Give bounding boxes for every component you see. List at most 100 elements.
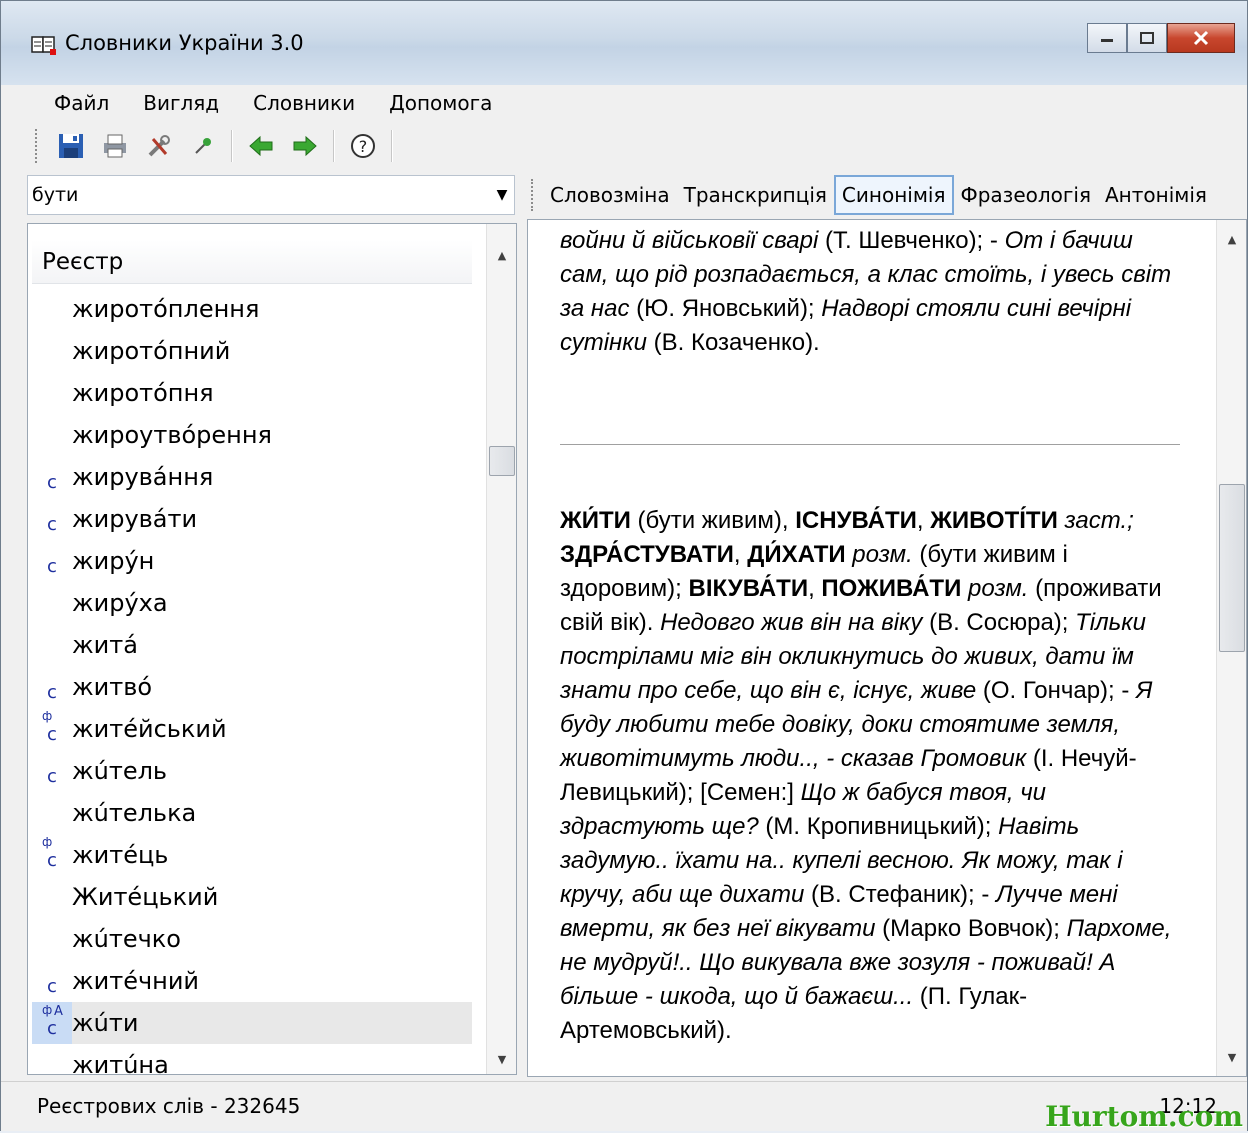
save-button[interactable] [55, 130, 87, 162]
registry-word: жиротóплення [72, 295, 260, 323]
minimize-icon [1101, 39, 1113, 42]
status-bar: Реєстрових слів - 232645 12:12 Hurtom.co… [1, 1081, 1247, 1133]
scroll-down-arrow-icon[interactable]: ▼ [1217, 1042, 1246, 1072]
dictionary-marker [32, 288, 72, 330]
title-bar[interactable]: Словники України 3.0 [1, 1, 1247, 85]
list-item[interactable]: с жирýн [32, 540, 472, 582]
article-scrollbar[interactable]: ▲ ▼ [1216, 220, 1246, 1076]
article-text: (Т. Шевченко); - [818, 227, 1005, 254]
registry-header: Реєстр [32, 240, 472, 284]
list-item[interactable]: с жúтель [32, 750, 472, 792]
list-item[interactable]: жúтечко [32, 918, 472, 960]
article-text: , [733, 541, 748, 568]
help-icon: ? [351, 134, 375, 158]
article-text [1058, 507, 1065, 534]
registry-word: жироутвóрення [72, 421, 272, 449]
scroll-down-arrow-icon[interactable]: ▼ [487, 1044, 517, 1074]
headword: ДИ́ХАТИ [747, 541, 846, 568]
back-button[interactable] [245, 130, 277, 162]
pin-button[interactable] [187, 130, 219, 162]
dictionary-marker: с [47, 514, 57, 535]
list-item[interactable]: ф Ас жúти [32, 1002, 472, 1044]
scroll-thumb[interactable] [1219, 484, 1245, 652]
scroll-up-arrow-icon[interactable]: ▲ [487, 240, 517, 270]
headword: ЖИ́ТИ [560, 507, 631, 534]
list-item[interactable]: житá [32, 624, 472, 666]
example-text: розм. [968, 575, 1029, 602]
example-text: войни й військовії сварі [560, 227, 819, 254]
registry-word: житéць [72, 841, 169, 869]
tabs-grip[interactable] [531, 179, 534, 211]
registry-scrollbar[interactable]: ▲ ▼ [486, 224, 516, 1074]
scroll-thumb[interactable] [489, 446, 515, 476]
article-text: (Марко Вовчок); [875, 915, 1067, 942]
headword: ПОЖИВА́ТИ [821, 575, 962, 602]
minimize-button[interactable] [1087, 23, 1127, 53]
dropdown-arrow-icon[interactable]: ▼ [490, 187, 514, 203]
registry-word: жирýха [72, 589, 168, 617]
forward-button[interactable] [289, 130, 321, 162]
list-item[interactable]: ф с житéць [32, 834, 472, 876]
headword: ЗДРА́СТУВАТИ [560, 541, 734, 568]
list-item[interactable]: жироутвóрення [32, 414, 472, 456]
dictionary-marker [32, 372, 72, 414]
list-item[interactable]: с житéчний [32, 960, 472, 1002]
toolbar-separator [231, 130, 233, 162]
list-item[interactable]: житúна [32, 1044, 472, 1086]
list-item[interactable]: жиротóпня [32, 372, 472, 414]
search-combobox[interactable]: бути ▼ [27, 175, 515, 215]
menu-help[interactable]: Допомога [372, 91, 509, 115]
toolbar-separator [333, 130, 335, 162]
window-controls [1087, 23, 1235, 53]
list-item[interactable]: ф с житéйський [32, 708, 472, 750]
list-item[interactable]: жиротóпний [32, 330, 472, 372]
article-text [961, 575, 968, 602]
help-button[interactable]: ? [347, 130, 379, 162]
list-item[interactable]: жúтелька [32, 792, 472, 834]
registry-word: житúна [72, 1051, 169, 1079]
save-icon [59, 134, 83, 158]
maximize-button[interactable] [1127, 23, 1167, 53]
tools-button[interactable] [143, 130, 175, 162]
close-icon [1193, 30, 1209, 46]
dictionary-marker: с [47, 766, 57, 787]
scroll-up-arrow-icon[interactable]: ▲ [1217, 224, 1246, 254]
list-item[interactable]: жиротóплення [32, 288, 472, 330]
forward-arrow-icon [293, 135, 317, 157]
registry-word: житéйський [72, 715, 227, 743]
registry-word: житéчний [72, 967, 200, 995]
registry-word: житá [72, 631, 138, 659]
dictionary-marker: фс [42, 835, 57, 871]
dictionary-marker: с [47, 976, 57, 997]
menu-dictionaries[interactable]: Словники [236, 91, 372, 115]
print-button[interactable] [99, 130, 131, 162]
tab-antonyms[interactable]: Антонімія [1098, 176, 1214, 214]
menu-bar: Файл Вигляд Словники Допомога [1, 85, 1247, 121]
list-item[interactable]: с жирувáти [32, 498, 472, 540]
tab-phraseology[interactable]: Фразеологія [954, 176, 1098, 214]
example-text: розм. [852, 541, 913, 568]
article-divider [560, 444, 1180, 445]
article-entry: ЖИ́ТИ (бути живим), ІСНУВА́ТИ, ЖИВОТІ́ТИ… [560, 504, 1180, 1048]
search-input[interactable]: бути [28, 184, 490, 206]
list-item[interactable]: жирýха [32, 582, 472, 624]
example-text: Недовго жив він на віку [660, 609, 923, 636]
registry-word: жирувáти [72, 505, 198, 533]
menu-view[interactable]: Вигляд [126, 91, 236, 115]
tab-transcription[interactable]: Транскрипція [677, 176, 834, 214]
menu-file[interactable]: Файл [37, 91, 126, 115]
tools-icon [148, 135, 170, 157]
article-text: , [916, 507, 931, 534]
close-button[interactable] [1167, 23, 1235, 53]
article-text: (В. Сосюра); [922, 609, 1076, 636]
dictionary-marker [32, 876, 72, 918]
toolbar: ? [1, 121, 1247, 171]
tab-inflection[interactable]: Словозміна [543, 176, 677, 214]
tab-synonyms[interactable]: Синонімія [833, 175, 954, 215]
registry-word: жиротóпня [72, 379, 214, 407]
list-item[interactable]: Житéцький [32, 876, 472, 918]
list-item[interactable]: с житвó [32, 666, 472, 708]
list-item[interactable]: с жирувáння [32, 456, 472, 498]
dictionary-marker [32, 792, 72, 834]
toolbar-grip[interactable] [35, 129, 39, 163]
